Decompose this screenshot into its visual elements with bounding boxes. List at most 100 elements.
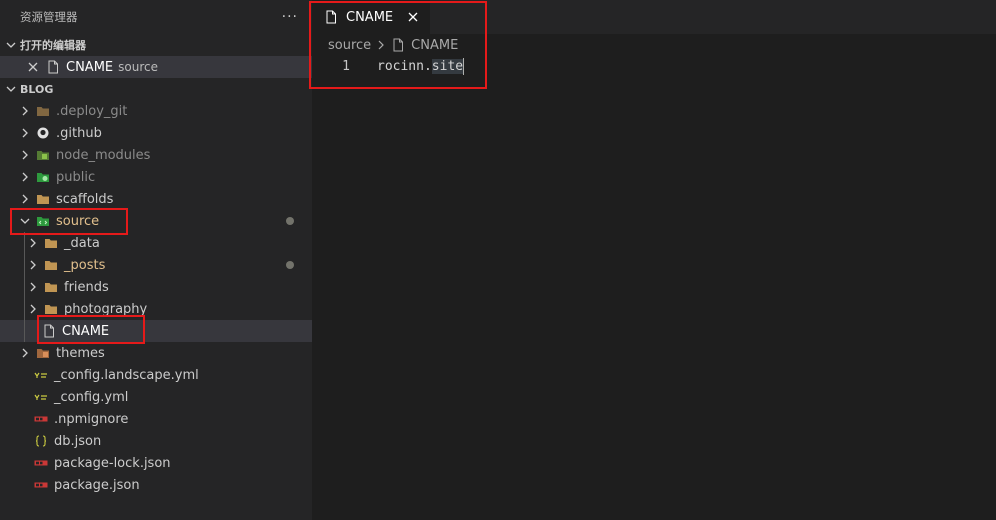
github-folder-icon bbox=[36, 126, 50, 140]
source-folder-icon bbox=[36, 214, 50, 228]
tree-item-source[interactable]: source bbox=[0, 210, 312, 232]
tree-item-label: .github bbox=[56, 125, 102, 141]
tree-item-label: themes bbox=[56, 345, 105, 361]
tree-item-npmignore[interactable]: .npmignore bbox=[0, 408, 312, 430]
indent-guide bbox=[24, 254, 25, 276]
code-text[interactable]: rocinn.site bbox=[377, 57, 465, 75]
tree-item-label: friends bbox=[64, 279, 109, 295]
tree-item-cname[interactable]: CNAME bbox=[0, 320, 312, 342]
tree-item-posts[interactable]: _posts bbox=[0, 254, 312, 276]
folder-icon bbox=[36, 192, 50, 206]
explorer-header: 资源管理器 ··· bbox=[0, 0, 312, 34]
tab-cname[interactable]: CNAME bbox=[312, 0, 430, 34]
open-editor-item[interactable]: CNAME source bbox=[0, 56, 312, 78]
chevron-down-icon bbox=[4, 38, 18, 52]
chevron-right-icon bbox=[26, 236, 40, 250]
node-modules-folder-icon bbox=[36, 148, 50, 162]
chevron-right-icon bbox=[26, 302, 40, 316]
tree-item-db-json[interactable]: db.json bbox=[0, 430, 312, 452]
tab-bar: CNAME bbox=[312, 0, 996, 34]
chevron-down-icon bbox=[18, 214, 32, 228]
tree-item-label: photography bbox=[64, 301, 148, 317]
folder-icon bbox=[36, 104, 50, 118]
code-text-part: rocinn. bbox=[377, 58, 432, 74]
indent-guide bbox=[24, 320, 25, 342]
chevron-right-icon bbox=[26, 280, 40, 294]
yaml-icon bbox=[34, 390, 48, 404]
tree-item-deploy-git[interactable]: .deploy_git bbox=[0, 100, 312, 122]
npm-icon bbox=[34, 412, 48, 426]
close-icon[interactable] bbox=[406, 10, 420, 24]
tree-item-config[interactable]: _config.yml bbox=[0, 386, 312, 408]
tree-item-package-json[interactable]: package.json bbox=[0, 474, 312, 496]
npm-icon bbox=[34, 456, 48, 470]
tree-item-label: package.json bbox=[54, 477, 140, 493]
open-editor-name: CNAME bbox=[66, 59, 114, 75]
editor-area: CNAME source CNAME 1 rocinn.site bbox=[312, 0, 996, 520]
tree-item-label: public bbox=[56, 169, 96, 185]
tree-item-config-landscape[interactable]: _config.landscape.yml bbox=[0, 364, 312, 386]
line-number: 1 bbox=[342, 58, 350, 74]
modified-dot bbox=[286, 261, 294, 269]
tree-item-scaffolds[interactable]: scaffolds bbox=[0, 188, 312, 210]
chevron-right-icon bbox=[18, 126, 32, 140]
open-editors-title: 打开的编辑器 bbox=[20, 39, 86, 52]
tree-item-label: _config.landscape.yml bbox=[54, 367, 199, 383]
close-icon[interactable] bbox=[26, 60, 40, 74]
tree-item-label: .deploy_git bbox=[56, 103, 128, 119]
tree-item-label: db.json bbox=[54, 433, 102, 449]
breadcrumb-file[interactable]: CNAME bbox=[411, 38, 458, 53]
tree-item-label: node_modules bbox=[56, 147, 151, 163]
chevron-right-icon bbox=[375, 39, 387, 51]
tree-item-package-lock[interactable]: package-lock.json bbox=[0, 452, 312, 474]
breadcrumb-folder[interactable]: source bbox=[328, 38, 371, 53]
tree-item-label: _data bbox=[64, 235, 100, 251]
json-icon bbox=[34, 434, 48, 448]
folder-icon bbox=[44, 258, 58, 272]
file-icon bbox=[42, 324, 56, 338]
explorer-sidebar: 资源管理器 ··· 打开的编辑器 CNAME source BLOG .depl… bbox=[0, 0, 312, 520]
indent-guide bbox=[24, 298, 25, 320]
yaml-icon bbox=[34, 368, 48, 382]
npm-icon bbox=[34, 478, 48, 492]
folder-icon bbox=[44, 280, 58, 294]
tree-item-photography[interactable]: photography bbox=[0, 298, 312, 320]
file-icon bbox=[324, 10, 338, 24]
chevron-right-icon bbox=[18, 346, 32, 360]
breadcrumb: source CNAME bbox=[312, 34, 996, 56]
chevron-right-icon bbox=[18, 170, 32, 184]
tree-item-label: CNAME bbox=[62, 323, 110, 339]
folder-icon bbox=[44, 302, 58, 316]
tree-item-label: package-lock.json bbox=[54, 455, 171, 471]
file-icon bbox=[46, 60, 60, 74]
tree-item-label: source bbox=[56, 213, 100, 229]
folder-icon bbox=[44, 236, 58, 250]
open-editors-header[interactable]: 打开的编辑器 bbox=[0, 34, 312, 56]
chevron-right-icon bbox=[26, 258, 40, 272]
tree-item-public[interactable]: public bbox=[0, 166, 312, 188]
tree-item-label: _posts bbox=[64, 257, 106, 273]
indent-guide bbox=[24, 276, 25, 298]
explorer-title: 资源管理器 bbox=[20, 10, 78, 24]
code-text-highlight: site bbox=[431, 58, 464, 74]
tree-item-label: scaffolds bbox=[56, 191, 114, 207]
chevron-right-icon bbox=[18, 148, 32, 162]
file-icon bbox=[391, 38, 405, 52]
tab-label: CNAME bbox=[346, 9, 394, 25]
chevron-down-icon bbox=[4, 82, 18, 96]
more-actions-icon[interactable]: ··· bbox=[282, 9, 298, 25]
tree-item-github[interactable]: .github bbox=[0, 122, 312, 144]
tree-item-label: _config.yml bbox=[54, 389, 129, 405]
tree-item-data[interactable]: _data bbox=[0, 232, 312, 254]
tree-item-node-modules[interactable]: node_modules bbox=[0, 144, 312, 166]
text-cursor bbox=[463, 57, 465, 75]
project-header[interactable]: BLOG bbox=[0, 78, 312, 100]
indent-guide bbox=[24, 232, 25, 254]
themes-folder-icon bbox=[36, 346, 50, 360]
code-line[interactable]: 1 rocinn.site bbox=[312, 56, 996, 76]
chevron-right-icon bbox=[18, 192, 32, 206]
tree-item-friends[interactable]: friends bbox=[0, 276, 312, 298]
project-title: BLOG bbox=[20, 82, 54, 96]
tree-item-themes[interactable]: themes bbox=[0, 342, 312, 364]
open-editor-folder: source bbox=[118, 60, 158, 74]
